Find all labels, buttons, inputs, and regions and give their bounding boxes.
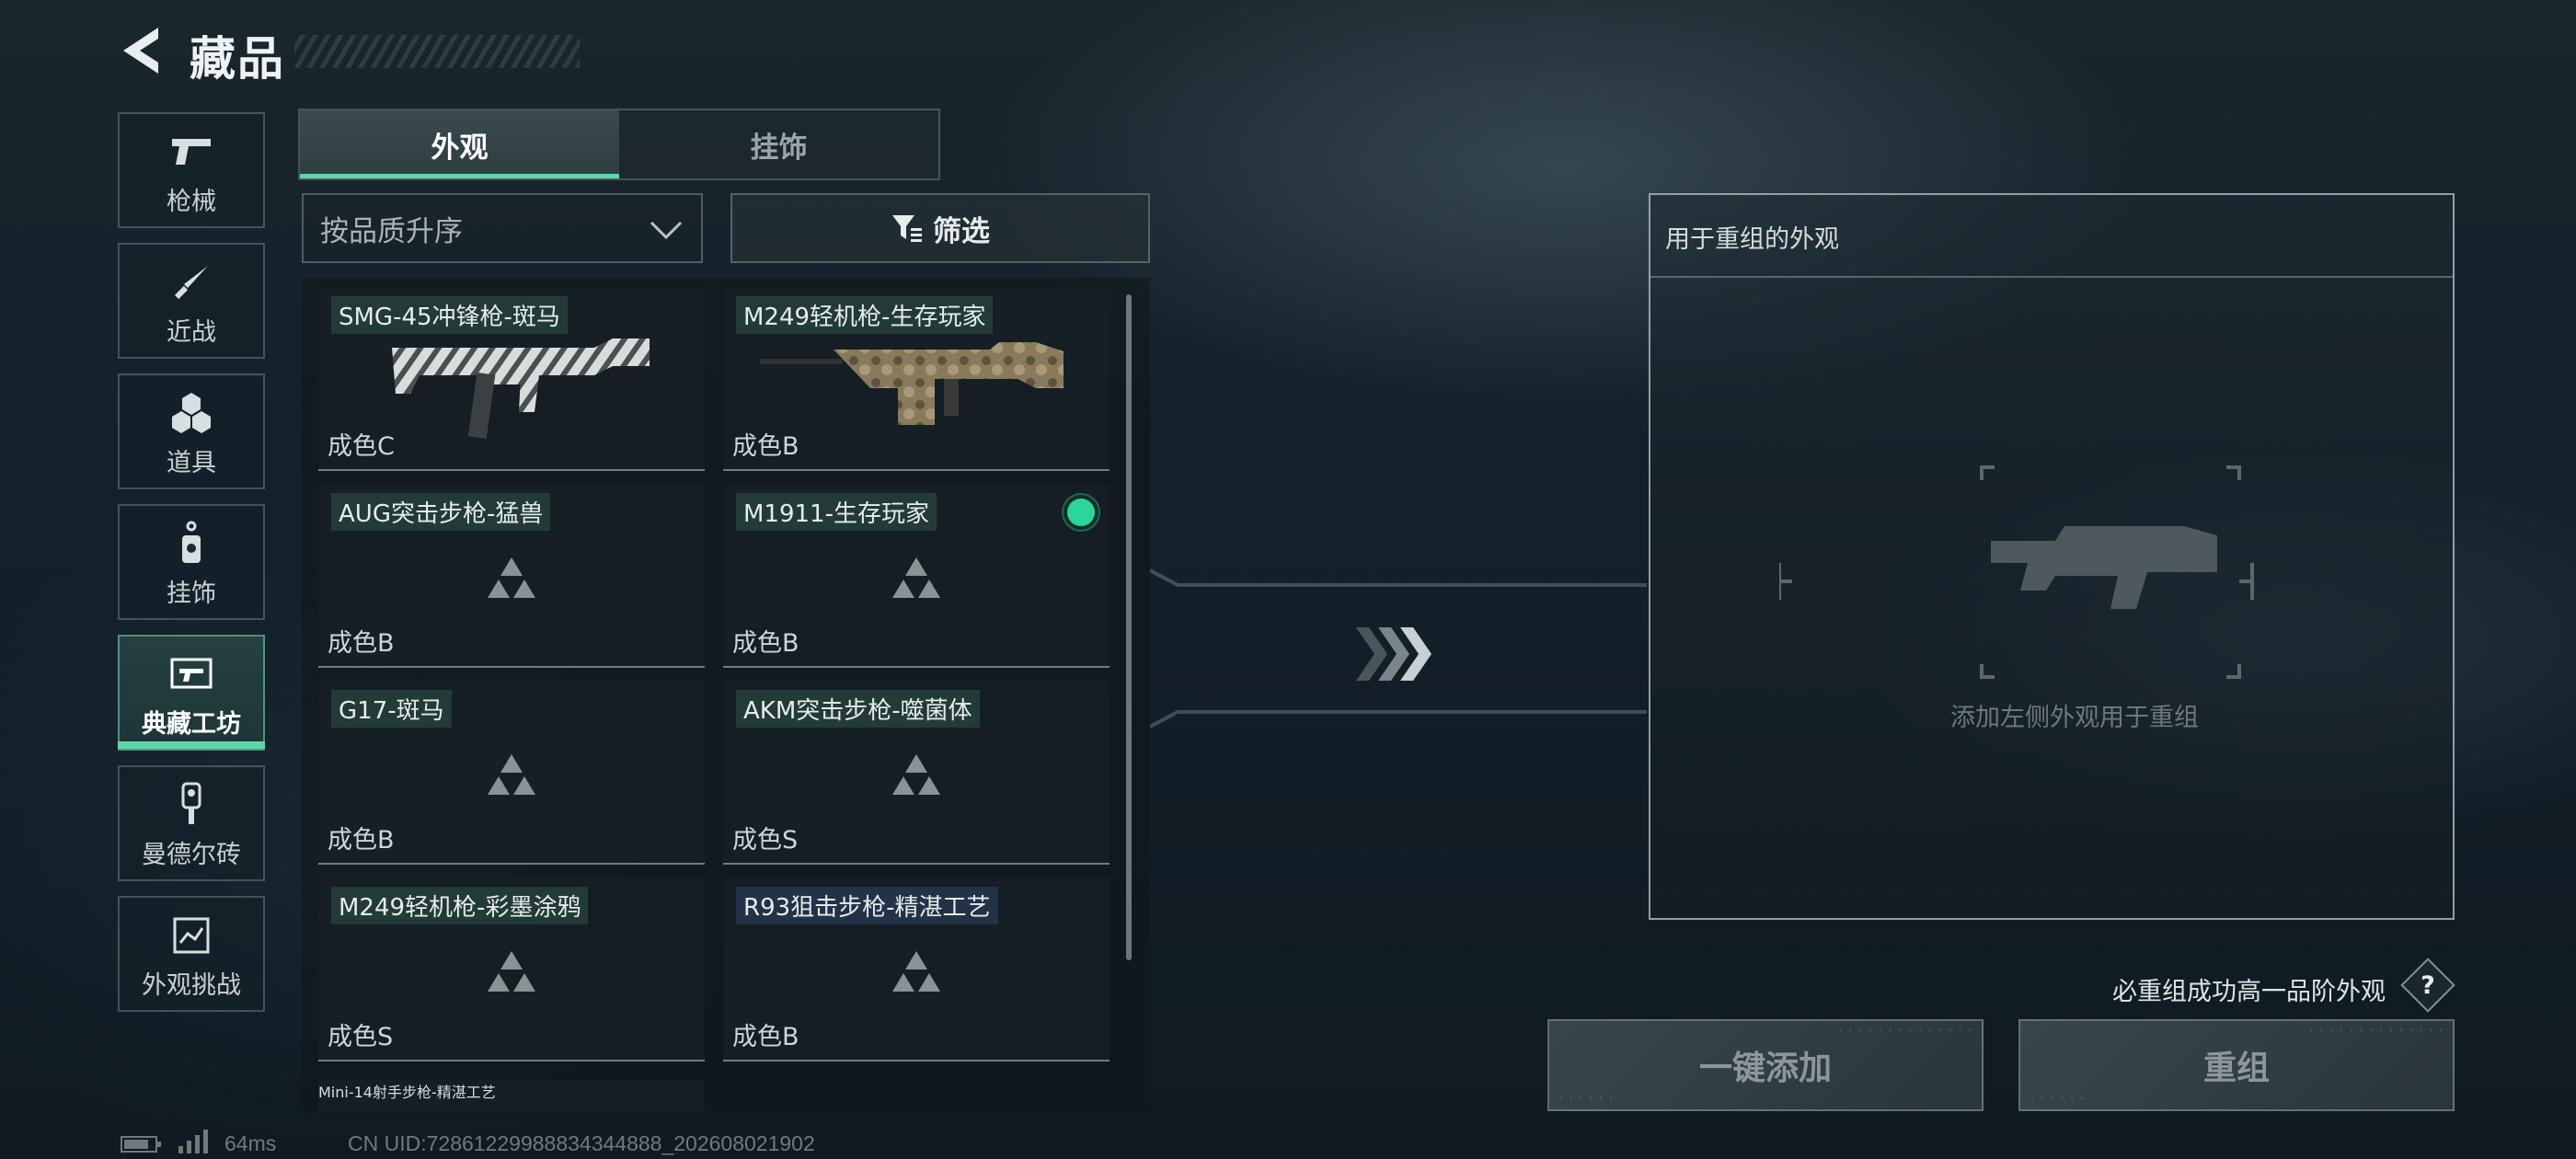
nav-label: 枪械 <box>167 188 216 216</box>
uid-text: CN UID:72861229988834344888_202608021902 <box>348 1131 815 1155</box>
add-all-label: 一键添加 <box>1698 1050 1832 1087</box>
item-grade: 成色B <box>732 629 799 658</box>
item-name: M249轻机枪-彩墨涂鸦 <box>331 887 589 924</box>
placeholder-icon <box>488 951 535 992</box>
placeholder-icon <box>488 754 535 795</box>
item-card[interactable]: M249轻机枪-生存玩家 成色B <box>723 287 1110 471</box>
tab-appearance[interactable]: 外观 <box>300 110 619 178</box>
guarantee-text: 必重组成功高一品阶外观 <box>2112 978 2386 1006</box>
item-card[interactable]: AUG突击步枪-猛兽 成色B <box>318 484 705 668</box>
back-arrow-icon <box>123 28 158 74</box>
forward-arrows-icon <box>1356 627 1432 681</box>
grid-scrollbar[interactable] <box>1126 294 1132 960</box>
grenade-cluster-icon <box>166 387 217 439</box>
item-card[interactable]: M1911-生存玩家 成色B <box>723 484 1110 668</box>
empty-slot-placeholder <box>1779 465 2254 679</box>
recombine-hint: 添加左侧外观用于重组 <box>1950 704 2199 732</box>
placeholder-icon <box>892 557 940 598</box>
item-grade: 成色B <box>732 1023 799 1051</box>
chevron-down-icon <box>650 221 683 240</box>
nav-active-indicator <box>118 741 265 749</box>
charm-icon <box>166 518 217 569</box>
recombine-panel: 用于重组的外观 添加左侧外观用于重组 <box>1649 193 2455 920</box>
item-name: SMG-45冲锋枪-斑马 <box>331 296 568 334</box>
tab-bar: 外观 挂饰 <box>298 109 940 180</box>
item-name: G17-斑马 <box>331 690 452 728</box>
filter-button[interactable]: 筛选 <box>730 193 1150 263</box>
sort-dropdown[interactable]: 按品质升序 <box>302 193 703 263</box>
nav-label: 近战 <box>167 318 216 347</box>
nav-label: 典藏工坊 <box>142 710 241 739</box>
item-name: M249轻机枪-生存玩家 <box>736 296 994 334</box>
filter-label: 筛选 <box>933 214 990 248</box>
nav-item-guns[interactable]: 枪械 <box>118 112 265 228</box>
nav-label: 挂饰 <box>167 580 216 608</box>
smg-zebra-image <box>392 339 650 440</box>
item-card[interactable]: G17-斑马 成色B <box>318 681 705 865</box>
item-card-partial[interactable]: Mini-14射手步枪-精湛工艺 <box>318 1080 705 1113</box>
nav-item-workshop[interactable]: 典藏工坊 <box>118 635 265 751</box>
challenge-icon <box>166 910 217 961</box>
nav-item-melee[interactable]: 近战 <box>118 243 265 359</box>
item-card[interactable]: M249轻机枪-彩墨涂鸦 成色S <box>318 878 705 1061</box>
item-name: AUG突击步枪-猛兽 <box>331 493 551 531</box>
nav-item-charms[interactable]: 挂饰 <box>118 504 265 620</box>
placeholder-icon <box>488 557 535 598</box>
item-grade: 成色S <box>328 1023 394 1051</box>
filter-icon <box>892 215 922 242</box>
workshop-icon <box>166 648 217 700</box>
nav-item-mandel-brick[interactable]: 曼德尔砖 <box>118 765 265 881</box>
nav-label: 外观挑战 <box>142 971 241 1000</box>
sort-value: 按品质升序 <box>320 214 463 248</box>
item-name: AKM突击步枪-噬菌体 <box>736 690 980 728</box>
item-grade: 成色C <box>328 432 395 461</box>
page-title: 藏品 <box>190 32 285 86</box>
tab-charms[interactable]: 挂饰 <box>619 110 938 178</box>
nav-label: 曼德尔砖 <box>142 841 241 869</box>
item-grade: 成色B <box>328 629 395 658</box>
placeholder-icon <box>892 951 940 992</box>
recombine-title: 用于重组的外观 <box>1665 225 1839 254</box>
back-button[interactable] <box>118 26 164 75</box>
knife-icon <box>166 257 217 308</box>
brick-key-icon <box>166 779 217 831</box>
recombine-button[interactable]: · · · · · · · · · · · · · · · · · · · · … <box>2018 1019 2455 1111</box>
title-decoration <box>294 35 580 68</box>
item-card[interactable]: SMG-45冲锋枪-斑马 成色C <box>318 287 705 471</box>
item-card[interactable]: R93狙击步枪-精湛工艺 成色B <box>723 878 1110 1061</box>
ping-value: 64ms <box>224 1131 277 1155</box>
recombine-label: 重组 <box>2202 1050 2270 1087</box>
help-icon[interactable] <box>2400 958 2455 1013</box>
lmg-survivor-image <box>760 342 1064 425</box>
nav-label: 道具 <box>167 449 216 477</box>
nav-item-appearance-challenge[interactable]: 外观挑战 <box>118 896 265 1012</box>
item-grade: 成色B <box>328 826 395 855</box>
item-grid: SMG-45冲锋枪-斑马 成色C M249轻机枪-生存玩家 成色B AUG突击步… <box>302 278 1150 1113</box>
signal-icon <box>178 1130 208 1153</box>
pistol-icon <box>166 126 217 178</box>
nav-item-items[interactable]: 道具 <box>118 373 265 489</box>
battery-icon <box>121 1136 161 1153</box>
item-name: M1911-生存玩家 <box>736 493 937 531</box>
item-name: R93狙击步枪-精湛工艺 <box>736 887 998 924</box>
divider <box>1650 276 2453 278</box>
item-grade: 成色B <box>732 432 799 461</box>
item-name: Mini-14射手步枪-精湛工艺 <box>318 1084 496 1101</box>
item-card[interactable]: AKM突击步枪-噬菌体 成色S <box>723 681 1110 865</box>
placeholder-icon <box>892 754 940 795</box>
item-grade: 成色S <box>732 826 799 855</box>
selected-indicator <box>1067 499 1095 526</box>
add-all-button[interactable]: · · · · · · · · · · · · · · · · · · · · … <box>1547 1019 1984 1111</box>
